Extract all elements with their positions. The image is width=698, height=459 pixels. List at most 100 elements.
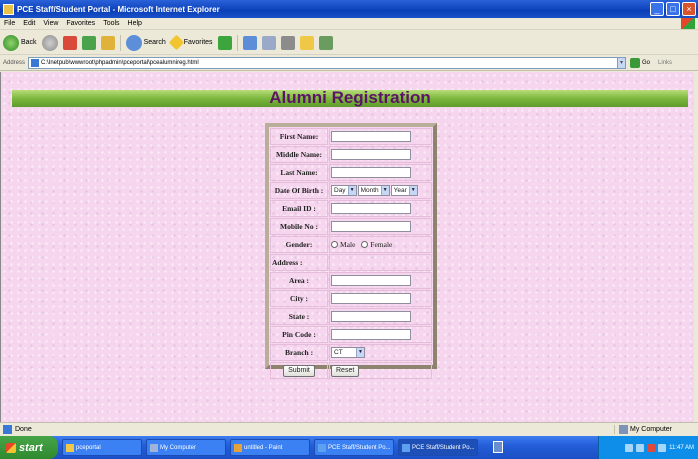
antivirus-icon[interactable] (647, 443, 656, 452)
search-button[interactable]: Search (125, 34, 166, 51)
window-title: PCE Staff/Student Portal - Microsoft Int… (17, 4, 220, 14)
back-button[interactable]: Back (3, 34, 37, 51)
registration-form: First Name: Middle Name: Last Name: Date… (265, 123, 437, 379)
close-button[interactable]: × (682, 2, 696, 16)
go-arrow-icon (630, 58, 641, 68)
refresh-icon[interactable] (81, 35, 96, 50)
clock[interactable]: 11:47 AM (669, 445, 694, 451)
window-controls: _ □ × (650, 2, 696, 16)
branch-select[interactable]: CT ▼ (331, 347, 365, 358)
menu-view[interactable]: View (43, 20, 58, 27)
form-row-last-name: Last Name: (270, 164, 432, 181)
network-icon[interactable] (625, 443, 634, 452)
history-icon[interactable] (242, 35, 257, 50)
print-icon[interactable] (280, 35, 295, 50)
email-input[interactable] (331, 203, 411, 214)
status-text: Done (15, 426, 32, 433)
form-cell (329, 218, 432, 235)
city-input[interactable] (331, 293, 411, 304)
form-cell: Reset (329, 362, 432, 379)
tray-app-icon[interactable] (658, 443, 667, 452)
mail-icon[interactable] (261, 35, 276, 50)
gender-male-radio[interactable] (331, 241, 338, 249)
taskbar-item-pceportal[interactable]: pceportal (62, 439, 142, 456)
windows-logo-icon (681, 18, 695, 29)
middle-name-input[interactable] (331, 149, 411, 160)
area-input[interactable] (331, 275, 411, 286)
page-icon (31, 59, 40, 67)
folder-icon (66, 443, 74, 452)
address-bar: Address C:\Inetpub\wwwroot\phpadmin\pcep… (0, 56, 698, 71)
dob-year-select[interactable]: Year ▼ (390, 185, 418, 196)
reset-button[interactable]: Reset (331, 364, 360, 377)
address-dropdown-button[interactable]: ▾ (617, 57, 627, 69)
dob-day-value: Day (334, 187, 346, 194)
city-label: City : (270, 290, 328, 307)
window-titlebar[interactable]: PCE Staff/Student Portal - Microsoft Int… (0, 0, 698, 18)
go-button[interactable]: Go (630, 58, 650, 68)
address-section-label: Address : (270, 254, 328, 271)
toolbar-separator (236, 34, 238, 51)
page-done-icon (3, 425, 12, 434)
page-content: Alumni Registration First Name: Middle N… (0, 72, 698, 422)
home-icon[interactable] (100, 35, 115, 50)
form-row-dob: Date Of Birth : Day ▼ Month ▼ Year ▼ (270, 182, 432, 199)
state-input[interactable] (331, 311, 411, 322)
form-cell (329, 290, 432, 307)
forward-button[interactable] (41, 34, 58, 51)
taskbar: start pceportal My Computer untitled - P… (0, 436, 698, 459)
submit-button[interactable]: Submit (283, 364, 315, 377)
favorites-label: Favorites (183, 39, 213, 46)
menu-favorites[interactable]: Favorites (66, 20, 95, 27)
start-button[interactable]: start (0, 436, 58, 459)
ie-icon (318, 443, 326, 452)
menu-edit[interactable]: Edit (23, 20, 35, 27)
media-icon[interactable] (217, 35, 232, 50)
form-row-area: Area : (270, 272, 432, 289)
links-label[interactable]: Links (658, 60, 672, 66)
start-label: start (19, 441, 43, 454)
middle-name-label: Middle Name: (270, 146, 328, 163)
taskbar-item-my-computer[interactable]: My Computer (146, 439, 226, 456)
dob-month-value: Month (360, 187, 379, 194)
form-cell (329, 272, 432, 289)
menu-help[interactable]: Help (128, 20, 142, 27)
form-row-gender: Gender: Male Female (270, 236, 432, 253)
address-label: Address (3, 60, 26, 66)
stop-icon[interactable] (62, 35, 77, 50)
gender-male-label: Male (340, 240, 356, 250)
form-row-email: Email ID : (270, 200, 432, 217)
taskbar-item-paint[interactable]: untitled - Paint (230, 439, 310, 456)
menu-tools[interactable]: Tools (103, 20, 119, 27)
back-arrow-icon (3, 34, 19, 51)
help-icon[interactable] (493, 441, 503, 453)
dob-day-select[interactable]: Day ▼ (331, 185, 357, 196)
address-input[interactable]: C:\Inetpub\wwwroot\phpadmin\pceportal\pc… (28, 57, 619, 69)
go-label: Go (642, 60, 651, 66)
forward-arrow-icon (41, 34, 58, 51)
minimize-button[interactable]: _ (650, 2, 664, 16)
task-label: PCE Staff/Student Po... (412, 444, 475, 451)
favorites-button[interactable]: Favorites (168, 34, 213, 51)
pincode-input[interactable] (331, 329, 411, 340)
computer-icon (619, 425, 628, 434)
form-row-address: Address : (270, 254, 432, 271)
first-name-label: First Name: (270, 128, 328, 145)
chevron-down-icon: ▼ (380, 186, 389, 195)
folder-icon[interactable] (299, 35, 314, 50)
email-label: Email ID : (270, 200, 328, 217)
chevron-down-icon: ▼ (347, 186, 356, 195)
form-cell (329, 326, 432, 343)
menu-file[interactable]: File (4, 20, 15, 27)
taskbar-item-portal-2[interactable]: PCE Staff/Student Po... (398, 439, 478, 456)
first-name-input[interactable] (331, 131, 411, 142)
dob-month-select[interactable]: Month ▼ (357, 185, 390, 196)
form-cell (329, 164, 432, 181)
volume-icon[interactable] (636, 443, 645, 452)
gender-female-radio[interactable] (361, 241, 369, 249)
maximize-button[interactable]: □ (666, 2, 680, 16)
research-icon[interactable] (318, 35, 333, 50)
taskbar-item-portal-1[interactable]: PCE Staff/Student Po... (314, 439, 394, 456)
mobile-input[interactable] (331, 221, 411, 232)
last-name-input[interactable] (331, 167, 411, 178)
